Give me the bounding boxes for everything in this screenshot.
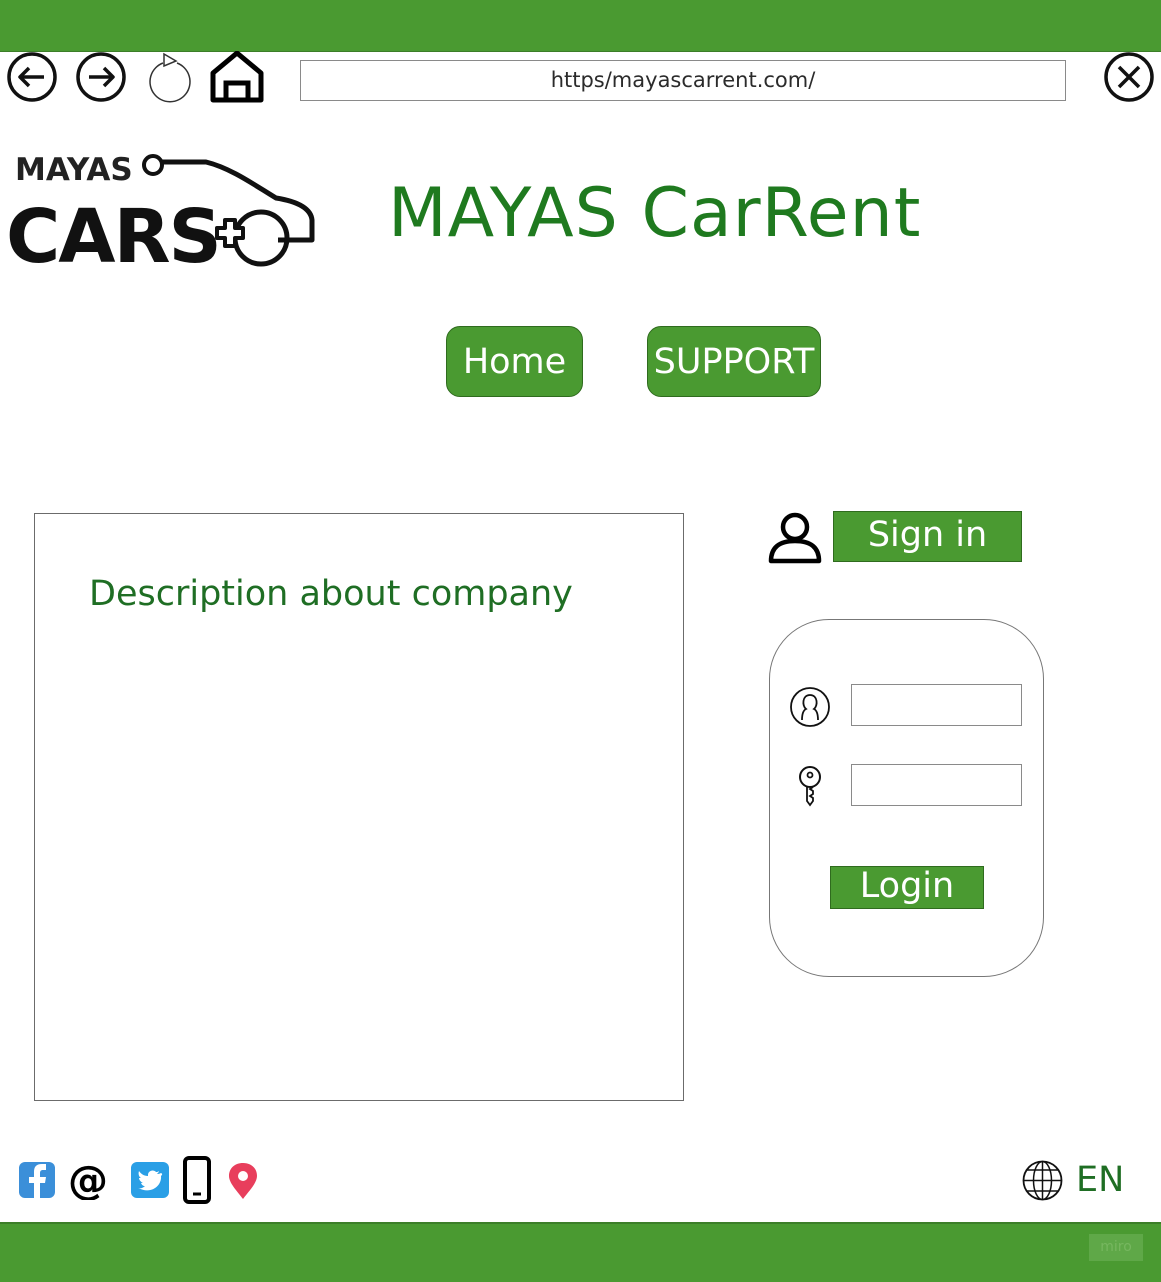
back-button[interactable] [6, 51, 58, 103]
facebook-icon[interactable] [18, 1161, 56, 1199]
close-button[interactable] [1103, 51, 1155, 103]
logo-big-text: CARS [6, 194, 220, 272]
address-bar[interactable]: https/mayascarrent.com/ [300, 60, 1066, 101]
home-button[interactable]: Home [446, 326, 583, 397]
twitter-icon[interactable] [130, 1161, 170, 1199]
home-nav-button[interactable] [210, 50, 264, 103]
mayas-cars-logo[interactable]: MAYAS CARS [6, 148, 318, 280]
home-icon [210, 50, 264, 103]
phone-icon[interactable] [182, 1156, 212, 1204]
svg-text:@: @ [68, 1160, 108, 1200]
miro-watermark: miro [1089, 1234, 1143, 1261]
globe-icon[interactable] [1021, 1159, 1064, 1202]
arrow-left-circle-icon [7, 52, 57, 102]
person-icon [789, 686, 831, 728]
logo-small-text: MAYAS [15, 152, 133, 188]
support-button[interactable]: SUPPORT [647, 326, 821, 397]
key-icon [795, 765, 825, 807]
reload-button[interactable] [144, 51, 196, 103]
password-field[interactable] [851, 764, 1022, 806]
location-pin-icon[interactable] [227, 1161, 259, 1201]
sign-in-button[interactable]: Sign in [833, 511, 1022, 562]
forward-button[interactable] [75, 51, 127, 103]
username-field[interactable] [851, 684, 1022, 726]
reload-icon [149, 52, 191, 103]
email-at-icon[interactable]: @ [68, 1158, 110, 1204]
user-icon [767, 509, 823, 565]
company-description-text: Description about company [89, 574, 573, 614]
page-title: MAYAS CarRent [388, 174, 922, 253]
login-button[interactable]: Login [830, 866, 984, 909]
bottom-banner [0, 1222, 1161, 1282]
top-banner [0, 0, 1161, 52]
arrow-right-circle-icon [76, 52, 126, 102]
language-selector[interactable]: EN [1076, 1160, 1124, 1200]
close-circle-icon [1104, 52, 1154, 102]
